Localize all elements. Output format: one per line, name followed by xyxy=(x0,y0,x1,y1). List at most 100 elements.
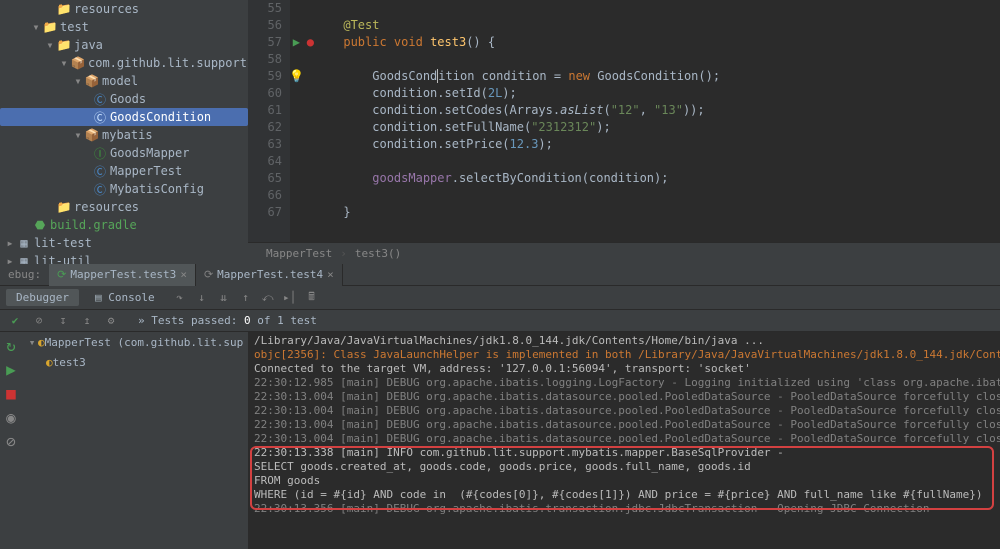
console-line: FROM goods xyxy=(254,474,1000,488)
close-icon[interactable]: × xyxy=(327,268,334,281)
close-icon[interactable]: × xyxy=(180,268,187,281)
module-icon: ▦ xyxy=(16,236,32,250)
tree-class-mybatisconfig[interactable]: ⒸMybatisConfig xyxy=(0,180,248,198)
test-toolbar: ✔ ⊘ ↧ ↥ ⚙ » Tests passed: 0 of 1 test xyxy=(0,310,1000,332)
tree-label: lit-util xyxy=(34,254,92,264)
evaluate-button[interactable]: 🖩 xyxy=(303,289,321,307)
run-tabs: ebug: ⟳ MapperTest.test3 × ⟳ MapperTest.… xyxy=(0,264,1000,286)
pass-filter-button[interactable]: ✔ xyxy=(6,312,24,330)
run-tab-label: MapperTest.test4 xyxy=(217,268,323,281)
tree-folder-resources2[interactable]: 📁resources xyxy=(0,198,248,216)
source-folder-icon: 📁 xyxy=(56,38,72,52)
run-tab-2[interactable]: ⟳ MapperTest.test4 × xyxy=(196,264,343,286)
tree-interface-goodsmapper[interactable]: ⒾGoodsMapper xyxy=(0,144,248,162)
console-line: 22:30:13.004 [main] DEBUG org.apache.iba… xyxy=(254,432,1000,446)
breadcrumb-method[interactable]: test3() xyxy=(355,247,401,260)
console-line: objc[2356]: Class JavaLaunchHelper is im… xyxy=(254,348,1000,362)
console-line: 22:30:13.004 [main] DEBUG org.apache.iba… xyxy=(254,418,1000,432)
rerun-button[interactable]: ↻ xyxy=(2,336,20,354)
interface-icon: Ⓘ xyxy=(92,145,108,162)
package-icon: 📦 xyxy=(84,128,100,142)
tree-folder-test[interactable]: ▾📁test xyxy=(0,18,248,36)
code-text[interactable]: @Test public void test3() { GoodsConditi… xyxy=(290,0,1000,242)
view-breakpoints-button[interactable]: ◉ xyxy=(2,408,20,426)
tree-label: Goods xyxy=(110,92,146,106)
console-line: 22:30:12.985 [main] DEBUG org.apache.iba… xyxy=(254,376,1000,390)
tree-file-build-gradle[interactable]: ⬣build.gradle xyxy=(0,216,248,234)
chevron-right-icon: ▸ xyxy=(4,236,16,250)
tree-folder-java[interactable]: ▾📁java xyxy=(0,36,248,54)
tab-debugger[interactable]: Debugger xyxy=(6,289,79,306)
stop-button[interactable]: ■ xyxy=(2,384,20,402)
tree-label: test xyxy=(60,20,89,34)
console-line: /Library/Java/JavaVirtualMachines/jdk1.8… xyxy=(254,334,1000,348)
chevron-down-icon: ▾ xyxy=(58,56,70,70)
project-tree[interactable]: 📁resources ▾📁test ▾📁java ▾📦com.github.li… xyxy=(0,0,248,264)
debug-toolbar: Debugger ▤ Console ↷ ↓ ⇊ ↑ ⤺ ▸│ 🖩 xyxy=(0,286,1000,310)
tree-label: java xyxy=(74,38,103,52)
step-into-button[interactable]: ↓ xyxy=(193,289,211,307)
sort-az-button[interactable]: ↧ xyxy=(54,312,72,330)
tree-label: mybatis xyxy=(102,128,153,142)
intention-bulb-icon[interactable]: 💡 xyxy=(289,68,304,85)
step-over-button[interactable]: ↷ xyxy=(171,289,189,307)
tab-console[interactable]: ▤ Console xyxy=(85,289,165,306)
tree-class-goodscondition[interactable]: ⒸGoodsCondition xyxy=(0,108,248,126)
chevron-right-icon: ▸ xyxy=(4,254,16,264)
class-icon: Ⓒ xyxy=(92,109,108,126)
tree-label: resources xyxy=(74,200,139,214)
run-tab-1[interactable]: ⟳ MapperTest.test3 × xyxy=(49,264,196,286)
class-icon: Ⓒ xyxy=(92,91,108,108)
tree-label: model xyxy=(102,74,138,88)
run-to-cursor-button[interactable]: ▸│ xyxy=(281,289,299,307)
step-out-button[interactable]: ↑ xyxy=(237,289,255,307)
tree-module-lit-test[interactable]: ▸▦lit-test xyxy=(0,234,248,252)
chevron-down-icon: ▾ xyxy=(26,336,38,349)
tree-label: resources xyxy=(74,2,139,16)
package-icon: 📦 xyxy=(70,56,86,70)
console-line: 22:30:13.338 [main] INFO com.github.lit.… xyxy=(254,446,1000,460)
loading-icon: ◐ xyxy=(46,356,53,369)
breadcrumb[interactable]: MapperTest › test3() xyxy=(248,242,1000,264)
test-root[interactable]: ▾◐ MapperTest (com.github.lit.sup xyxy=(22,332,248,352)
tree-label: MapperTest (com.github.lit.sup xyxy=(45,336,244,349)
tree-label: GoodsMapper xyxy=(110,146,189,160)
run-tab-label: MapperTest.test3 xyxy=(70,268,176,281)
tree-class-goods[interactable]: ⒸGoods xyxy=(0,90,248,108)
package-icon: 📦 xyxy=(84,74,100,88)
tree-module-lit-util[interactable]: ▸▦lit-util xyxy=(0,252,248,264)
chevron-down-icon: ▾ xyxy=(72,74,84,88)
test-node-test3[interactable]: ◐ test3 xyxy=(22,352,248,372)
breakpoint-icon[interactable]: ● xyxy=(307,34,314,51)
gradle-icon: ⬣ xyxy=(32,218,48,232)
force-step-into-button[interactable]: ⇊ xyxy=(215,289,233,307)
resume-button[interactable]: ▶ xyxy=(2,360,20,378)
editor[interactable]: 55 56 57▶● 58 59💡 60 61 62 63 64 65 66 6… xyxy=(248,0,1000,264)
run-gutter-icon[interactable]: ▶ xyxy=(293,34,300,51)
sort-button[interactable]: ⊘ xyxy=(30,312,48,330)
tree-folder-resources[interactable]: 📁resources xyxy=(0,0,248,18)
tree-package-mybatis[interactable]: ▾📦mybatis xyxy=(0,126,248,144)
class-icon: Ⓒ xyxy=(92,181,108,198)
test-tree[interactable]: ▾◐ MapperTest (com.github.lit.sup ◐ test… xyxy=(22,332,248,549)
line-gutter: 55 56 57▶● 58 59💡 60 61 62 63 64 65 66 6… xyxy=(248,0,290,242)
mute-breakpoints-button[interactable]: ⊘ xyxy=(2,432,20,450)
breadcrumb-class[interactable]: MapperTest xyxy=(266,247,332,260)
tree-label: com.github.lit.support xyxy=(88,56,247,70)
test-summary: » Tests passed: 0 of 1 test xyxy=(138,314,317,327)
tree-package[interactable]: ▾📦com.github.lit.support xyxy=(0,54,248,72)
tree-label: build.gradle xyxy=(50,218,137,232)
tree-class-mappertest[interactable]: ⒸMapperTest xyxy=(0,162,248,180)
console-icon: ▤ xyxy=(95,291,108,304)
folder-icon: 📁 xyxy=(42,20,58,34)
test-run-icon: ⟳ xyxy=(204,268,213,281)
chevron-down-icon: ▾ xyxy=(30,20,42,34)
console-line: WHERE (id = #{id} AND code in (#{codes[0… xyxy=(254,488,1000,502)
settings-icon[interactable]: ⚙ xyxy=(102,312,120,330)
expand-button[interactable]: ↥ xyxy=(78,312,96,330)
console-line: 22:30:13.004 [main] DEBUG org.apache.iba… xyxy=(254,390,1000,404)
tree-package-model[interactable]: ▾📦model xyxy=(0,72,248,90)
drop-frame-button[interactable]: ⤺ xyxy=(259,289,277,307)
module-icon: ▦ xyxy=(16,254,32,264)
console-output[interactable]: /Library/Java/JavaVirtualMachines/jdk1.8… xyxy=(248,332,1000,549)
